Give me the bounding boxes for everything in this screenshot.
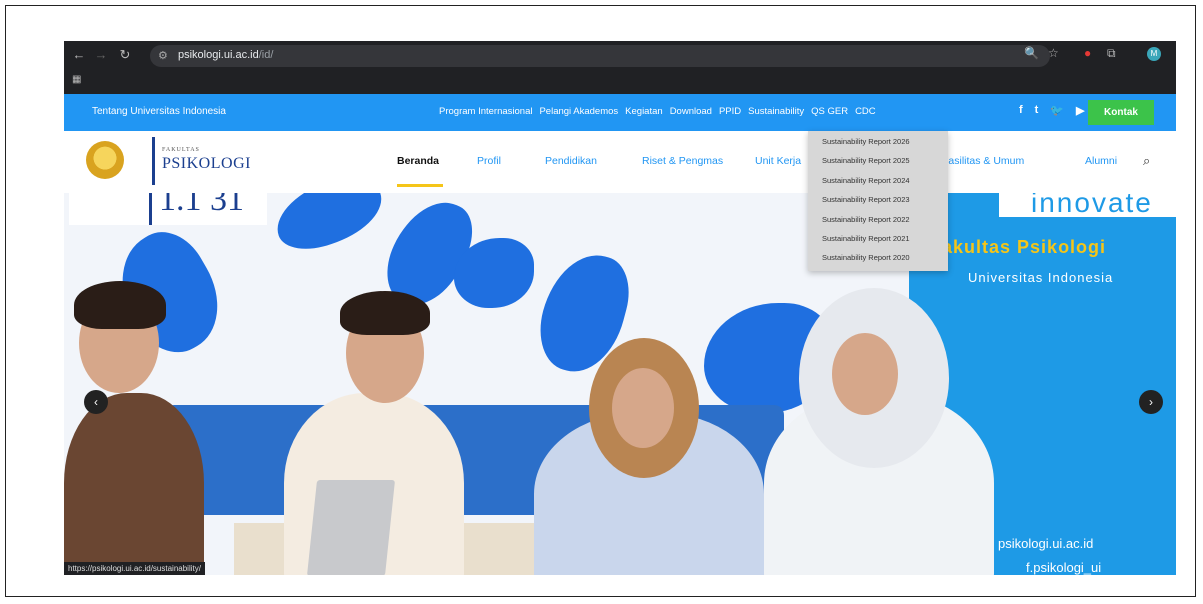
main-navigation: FAKULTAS PSIKOLOGI Beranda Profil Pendid…	[64, 131, 1176, 193]
hero-slider: 1.1 31 innovate akultas Psikologi Univer…	[64, 193, 1176, 575]
nav-item-riset-pengmas[interactable]: Riset & Pengmas	[642, 155, 723, 167]
nav-item-profil[interactable]: Profil	[477, 155, 501, 167]
mark-divider	[149, 193, 152, 225]
forward-icon[interactable]: →	[92, 47, 110, 62]
innovate-banner: innovate	[999, 193, 1176, 218]
dropdown-item-report-2020[interactable]: Sustainability Report 2020	[822, 253, 910, 262]
youtube-icon[interactable]: ▶	[1076, 104, 1084, 117]
facebook-icon[interactable]: f	[1019, 104, 1023, 117]
top-menu-item-cdc[interactable]: CDC	[855, 106, 876, 117]
profile-avatar[interactable]: M	[1147, 47, 1161, 61]
dropdown-item-report-2023[interactable]: Sustainability Report 2023	[822, 195, 910, 204]
top-menu: Program Internasional Pelangi Akademos K…	[439, 106, 876, 117]
logo-faculty-name[interactable]: PSIKOLOGI	[162, 155, 251, 173]
contact-button[interactable]: Kontak	[1088, 100, 1154, 125]
dropdown-item-report-2025[interactable]: Sustainability Report 2025	[822, 156, 910, 165]
dropdown-item-report-2022[interactable]: Sustainability Report 2022	[822, 215, 910, 224]
nav-item-alumni[interactable]: Alumni	[1085, 155, 1117, 167]
about-ui-link[interactable]: Tentang Universitas Indonesia	[92, 106, 226, 117]
hero-website: psikologi.ui.ac.id	[998, 536, 1094, 551]
innovate-text: innovate	[1031, 193, 1153, 218]
slider-next-button[interactable]: ›	[1139, 390, 1163, 414]
bookmark-star-icon[interactable]: ☆	[1048, 46, 1059, 60]
twitter-icon[interactable]: 🐦	[1050, 104, 1064, 117]
top-menu-item-kegiatan[interactable]: Kegiatan	[625, 106, 663, 117]
browser-toolbar: ← → ↻ ⚙ psikologi.ui.ac.id/id/ 🔍 ☆ ● ⧉ M…	[64, 41, 1176, 94]
logo-divider	[152, 137, 155, 185]
hero-instagram: f.psikologi_ui	[1026, 560, 1102, 575]
top-menu-item-download[interactable]: Download	[670, 106, 712, 117]
active-nav-indicator	[397, 184, 443, 187]
site-top-bar: Tentang Universitas Indonesia Program In…	[64, 94, 1176, 131]
student-photo	[64, 393, 204, 575]
logo-faculty-label: FAKULTAS	[162, 147, 200, 153]
student-head	[612, 368, 674, 448]
site-info-icon[interactable]: ⚙	[158, 49, 168, 62]
link-status-bar: https://psikologi.ui.ac.id/sustainabilit…	[64, 562, 205, 575]
hero-faculty-title: akultas Psikologi	[942, 237, 1107, 257]
top-menu-item-pelangi-akademos[interactable]: Pelangi Akademos	[539, 106, 618, 117]
browser-window: ← → ↻ ⚙ psikologi.ui.ac.id/id/ 🔍 ☆ ● ⧉ M…	[64, 41, 1176, 575]
extension-icon[interactable]: ●	[1084, 46, 1091, 60]
top-menu-item-qs-ger[interactable]: QS GER	[811, 106, 848, 117]
nav-item-fasilitas-umum[interactable]: Fasilitas & Umum	[942, 155, 1024, 167]
screenshot-frame: ← → ↻ ⚙ psikologi.ui.ac.id/id/ 🔍 ☆ ● ⧉ M…	[5, 5, 1196, 597]
flower-petal-decoration	[267, 193, 391, 261]
apps-grid-icon[interactable]: ▦	[72, 74, 81, 85]
faculty-mark-card: 1.1 31	[69, 193, 267, 225]
student-hair	[74, 281, 166, 329]
dropdown-item-report-2026[interactable]: Sustainability Report 2026	[822, 137, 910, 146]
laptop-illustration	[306, 480, 396, 575]
address-bar[interactable]: ⚙ psikologi.ui.ac.id/id/	[150, 45, 1050, 67]
url-text[interactable]: psikologi.ui.ac.id/id/	[178, 49, 273, 61]
dropdown-item-report-2024[interactable]: Sustainability Report 2024	[822, 176, 910, 185]
faculty-mark-text: 1.1 31	[159, 193, 244, 218]
hero-university-title: Universitas Indonesia	[968, 270, 1114, 285]
student-head	[832, 333, 898, 415]
zoom-icon[interactable]: 🔍	[1024, 46, 1039, 60]
sustainability-dropdown: Sustainability Report 2026 Sustainabilit…	[808, 131, 948, 271]
university-emblem-icon[interactable]	[86, 141, 124, 179]
reload-icon[interactable]: ↻	[116, 47, 134, 63]
nav-item-beranda[interactable]: Beranda	[397, 155, 439, 167]
extensions-puzzle-icon[interactable]: ⧉	[1107, 46, 1116, 61]
student-hair	[340, 291, 430, 335]
top-menu-item-ppid[interactable]: PPID	[719, 106, 741, 117]
nav-item-unit-kerja[interactable]: Unit Kerja	[755, 155, 801, 167]
dropdown-item-report-2021[interactable]: Sustainability Report 2021	[822, 234, 910, 243]
search-icon[interactable]: ⌕	[1143, 153, 1150, 169]
tumblr-icon[interactable]: t	[1035, 104, 1039, 117]
nav-item-pendidikan[interactable]: Pendidikan	[545, 155, 597, 167]
top-menu-item-program-internasional[interactable]: Program Internasional	[439, 106, 532, 117]
slider-prev-button[interactable]: ‹	[84, 390, 108, 414]
top-menu-item-sustainability[interactable]: Sustainability	[748, 106, 804, 117]
back-icon[interactable]: ←	[70, 47, 88, 62]
